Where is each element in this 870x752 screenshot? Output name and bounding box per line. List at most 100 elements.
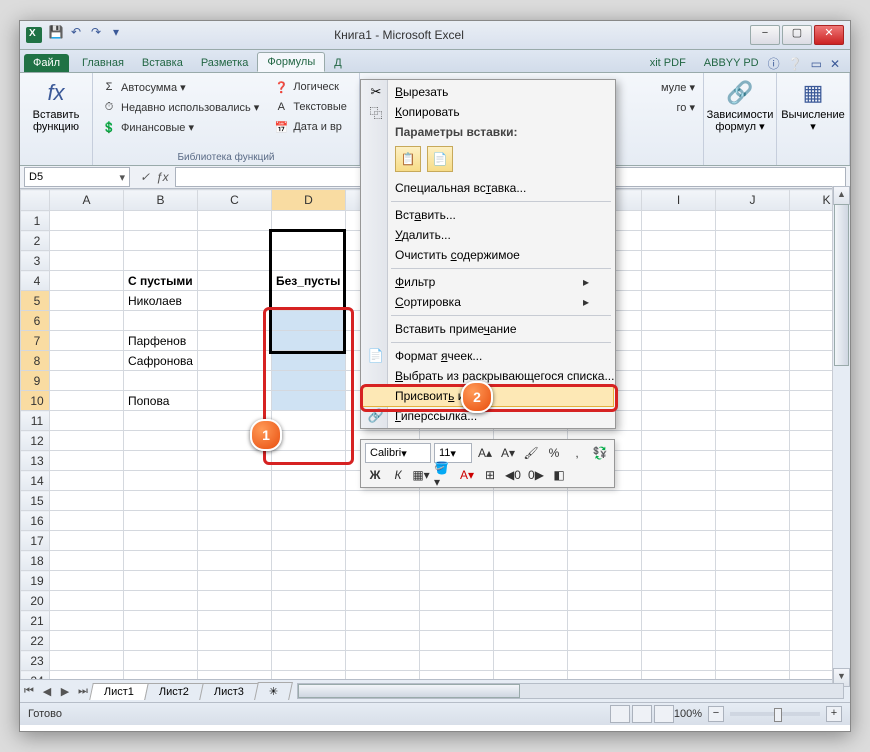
row-header-4[interactable]: 4 (21, 271, 50, 291)
col-header-C[interactable]: C (198, 190, 272, 211)
cell-I7[interactable] (642, 331, 716, 351)
cell-A23[interactable] (50, 651, 124, 671)
cell-B21[interactable] (124, 611, 198, 631)
cell-J11[interactable] (716, 411, 790, 431)
cell-H17[interactable] (568, 531, 642, 551)
cell-I24[interactable] (642, 671, 716, 680)
cell-F16[interactable] (420, 511, 494, 531)
cell-I11[interactable] (642, 411, 716, 431)
cell-D3[interactable] (272, 251, 346, 271)
ctx-pick-from-list[interactable]: Выбрать из раскрывающегося списка... (363, 366, 613, 386)
vertical-scrollbar[interactable]: ▲ ▼ (832, 186, 850, 687)
cell-E18[interactable] (346, 551, 420, 571)
row-header-11[interactable]: 11 (21, 411, 50, 431)
hscroll-thumb[interactable] (298, 684, 520, 698)
sheet-nav-next[interactable]: ▶ (56, 685, 74, 698)
cell-D18[interactable] (272, 551, 346, 571)
cell-I15[interactable] (642, 491, 716, 511)
cell-B8[interactable]: Сафронова (124, 351, 198, 371)
sheet-tab-2[interactable]: Лист2 (144, 683, 204, 700)
row-header-20[interactable]: 20 (21, 591, 50, 611)
cell-I6[interactable] (642, 311, 716, 331)
ribbon-minimize-icon[interactable]: ▭ (811, 57, 822, 71)
cell-H21[interactable] (568, 611, 642, 631)
cell-I18[interactable] (642, 551, 716, 571)
cell-A16[interactable] (50, 511, 124, 531)
cell-D17[interactable] (272, 531, 346, 551)
cell-A19[interactable] (50, 571, 124, 591)
datetime-functions-button[interactable]: 📅Дата и вр (273, 117, 347, 137)
row-header-10[interactable]: 10 (21, 391, 50, 411)
ctx-delete[interactable]: Удалить... (363, 225, 613, 245)
cell-B5[interactable]: Николаев (124, 291, 198, 311)
ctx-sort[interactable]: Сортировка ▸ (363, 292, 613, 312)
increase-decimal-button[interactable]: ◀0 (503, 466, 523, 484)
cell-J12[interactable] (716, 431, 790, 451)
tab-formulas[interactable]: Формулы (257, 52, 325, 72)
cell-A12[interactable] (50, 431, 124, 451)
row-header-17[interactable]: 17 (21, 531, 50, 551)
cell-F23[interactable] (420, 651, 494, 671)
cell-H23[interactable] (568, 651, 642, 671)
cell-C5[interactable] (198, 291, 272, 311)
cell-D11[interactable] (272, 411, 346, 431)
cell-G18[interactable] (494, 551, 568, 571)
cell-D1[interactable] (272, 211, 346, 231)
cell-J4[interactable] (716, 271, 790, 291)
cell-H15[interactable] (568, 491, 642, 511)
cell-J10[interactable] (716, 391, 790, 411)
horizontal-scrollbar[interactable] (297, 683, 844, 699)
row-header-21[interactable]: 21 (21, 611, 50, 631)
cell-I22[interactable] (642, 631, 716, 651)
cell-C9[interactable] (198, 371, 272, 391)
grow-font-button[interactable]: A▴ (475, 444, 495, 462)
cell-I16[interactable] (642, 511, 716, 531)
cell-D12[interactable] (272, 431, 346, 451)
cell-J24[interactable] (716, 671, 790, 680)
cell-C4[interactable] (198, 271, 272, 291)
italic-button[interactable]: К (388, 466, 408, 484)
cell-B20[interactable] (124, 591, 198, 611)
sheet-tab-1[interactable]: Лист1 (89, 683, 149, 700)
cell-F21[interactable] (420, 611, 494, 631)
cell-F15[interactable] (420, 491, 494, 511)
cell-I1[interactable] (642, 211, 716, 231)
name-box[interactable]: D5▾ (24, 167, 130, 187)
insert-function-button[interactable]: fx Вставитьфункцию (28, 77, 84, 163)
col-header-A[interactable]: A (50, 190, 124, 211)
view-pagelayout-button[interactable] (632, 705, 652, 723)
cell-B10[interactable]: Попова (124, 391, 198, 411)
cell-A6[interactable] (50, 311, 124, 331)
calculation-button[interactable]: ▦ Вычисление ▾ (785, 77, 841, 133)
cell-B12[interactable] (124, 431, 198, 451)
accounting-button[interactable]: 💱 (590, 444, 610, 462)
cell-J16[interactable] (716, 511, 790, 531)
cell-I8[interactable] (642, 351, 716, 371)
cell-I20[interactable] (642, 591, 716, 611)
cell-J18[interactable] (716, 551, 790, 571)
cell-styles-button[interactable]: 🖌 (521, 444, 541, 462)
ctx-format-cells[interactable]: 📄 Формат ячеек... (363, 346, 613, 366)
comma-button[interactable]: , (567, 444, 587, 462)
financial-functions-button[interactable]: 💲Финансовые ▾ (101, 117, 259, 137)
cell-C21[interactable] (198, 611, 272, 631)
cell-J2[interactable] (716, 231, 790, 251)
row-header-5[interactable]: 5 (21, 291, 50, 311)
cell-G20[interactable] (494, 591, 568, 611)
shrink-font-button[interactable]: A▾ (498, 444, 518, 462)
cell-E19[interactable] (346, 571, 420, 591)
cell-C20[interactable] (198, 591, 272, 611)
cell-B18[interactable] (124, 551, 198, 571)
cell-J6[interactable] (716, 311, 790, 331)
cell-I9[interactable] (642, 371, 716, 391)
tab-file[interactable]: Файл (24, 54, 69, 72)
cell-J3[interactable] (716, 251, 790, 271)
cell-H16[interactable] (568, 511, 642, 531)
fill-color-button[interactable]: 🪣▾ (434, 466, 454, 484)
cell-I21[interactable] (642, 611, 716, 631)
cell-E16[interactable] (346, 511, 420, 531)
col-header-D[interactable]: D (272, 190, 346, 211)
formula-dependencies-button[interactable]: 🔗 Зависимости формул ▾ (712, 77, 768, 133)
cell-C19[interactable] (198, 571, 272, 591)
close-button[interactable]: ✕ (814, 25, 844, 45)
